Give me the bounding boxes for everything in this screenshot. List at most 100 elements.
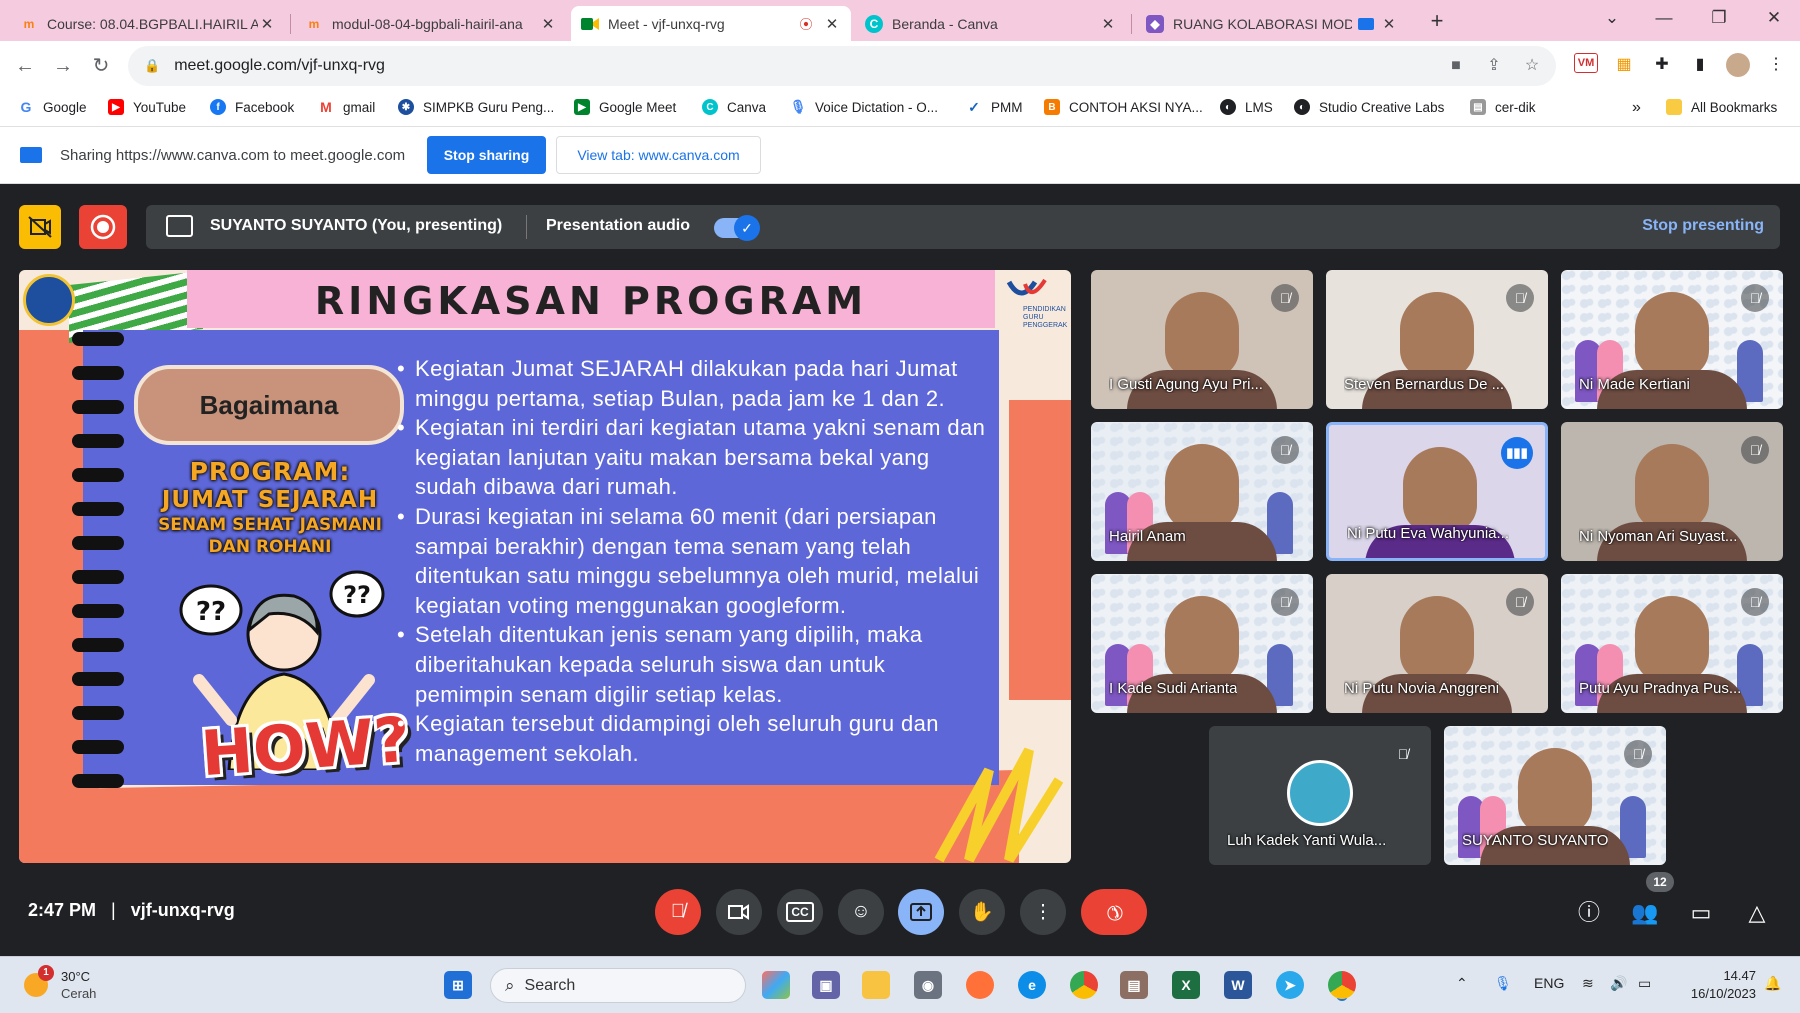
tab-canva[interactable]: C Beranda - Canva ✕ — [855, 6, 1127, 41]
more-vertical-icon[interactable]: ⋮ — [1764, 53, 1788, 77]
star-bookmark-icon[interactable]: ☆ — [1520, 54, 1544, 78]
recording-button[interactable] — [79, 205, 127, 249]
close-icon[interactable]: ✕ — [539, 15, 557, 33]
tray-chevron-up-icon[interactable]: ⌃ — [1456, 975, 1468, 992]
side-panel-icon[interactable]: ▮ — [1688, 53, 1712, 77]
share-icon[interactable]: ⇪ — [1482, 54, 1506, 78]
camera-off-button[interactable] — [19, 205, 61, 249]
tut-wuri-logo — [23, 274, 75, 326]
camera-toggle-button[interactable] — [716, 889, 762, 935]
people-icon[interactable]: 👥 — [1630, 898, 1660, 928]
bookmark-lms[interactable]: ◐ LMS — [1220, 99, 1273, 115]
presentation-audio-toggle[interactable]: ✓ — [714, 215, 760, 241]
window-close-icon[interactable]: ✕ — [1754, 8, 1794, 28]
participant-tile[interactable]: Ni Putu Novia Anggreni 🎙̸ — [1326, 574, 1548, 713]
stop-sharing-button[interactable]: Stop sharing — [427, 136, 546, 174]
close-icon[interactable]: ✕ — [258, 15, 276, 33]
activities-shapes-icon[interactable]: △ — [1742, 898, 1772, 928]
file-explorer-icon[interactable] — [862, 971, 890, 999]
participant-tile[interactable]: Hairil Anam 🎙̸ — [1091, 422, 1313, 561]
tab-course[interactable]: m Course: 08.04.BGPBALI.HAIRIL A ✕ — [10, 6, 286, 41]
extension-grid-icon[interactable]: ▦ — [1612, 53, 1636, 77]
browser-tab-strip: m Course: 08.04.BGPBALI.HAIRIL A ✕ m mod… — [0, 0, 1800, 41]
battery-icon[interactable]: ▭ — [1638, 975, 1651, 992]
word-icon[interactable]: W — [1224, 971, 1252, 999]
close-icon[interactable]: ✕ — [1099, 15, 1117, 33]
telegram-icon[interactable]: ➤ — [1276, 971, 1304, 999]
participant-tile[interactable]: I Kade Sudi Arianta 🎙̸ — [1091, 574, 1313, 713]
volume-icon[interactable]: 🔊 — [1610, 975, 1627, 992]
gmail-icon: M — [318, 99, 334, 115]
notes-app-icon[interactable]: ▤ — [1120, 971, 1148, 999]
view-tab-button[interactable]: View tab: www.canva.com — [556, 136, 761, 174]
reactions-button[interactable]: ☺ — [838, 889, 884, 935]
address-bar[interactable]: 🔒 meet.google.com/vjf-unxq-rvg ■ ⇪ ☆ — [128, 46, 1556, 86]
participant-tile[interactable]: Ni Made Kertiani 🎙̸ — [1561, 270, 1783, 409]
reload-icon[interactable]: ↻ — [88, 53, 114, 79]
minimize-icon[interactable]: — — [1644, 8, 1684, 28]
all-bookmarks[interactable]: All Bookmarks — [1666, 99, 1777, 115]
bookmarks-overflow-icon[interactable]: » — [1632, 99, 1641, 117]
bookmark-cer-dik[interactable]: ▤ cer-dik — [1470, 99, 1536, 115]
bookmark-facebook[interactable]: f Facebook — [210, 99, 294, 115]
participant-tile[interactable]: Putu Ayu Pradnya Pus... 🎙̸ — [1561, 574, 1783, 713]
system-clock[interactable]: 14.47 16/10/2023 — [1676, 967, 1756, 1003]
tab-search-chevron-down-icon[interactable]: ⌄ — [1592, 8, 1632, 28]
mic-in-use-icon[interactable]: 🎙 — [1494, 975, 1512, 992]
wifi-icon[interactable]: ≋ — [1582, 975, 1594, 992]
participant-tile[interactable]: Ni Putu Eva Wahyunia... ▮▮▮ — [1326, 422, 1548, 561]
camera-app-icon[interactable]: ◉ — [914, 971, 942, 999]
captions-button[interactable]: CC — [777, 889, 823, 935]
camera-in-use-icon[interactable]: ■ — [1444, 54, 1468, 78]
google-sites-icon: ◆ — [1146, 14, 1164, 33]
chrome-profile-icon[interactable] — [1070, 971, 1098, 999]
profile-avatar[interactable] — [1726, 53, 1750, 77]
bookmark-studio-creative-labs[interactable]: ◐ Studio Creative Labs — [1294, 99, 1444, 115]
participant-tile[interactable]: Steven Bernardus De ... 🎙̸ — [1326, 270, 1548, 409]
notifications-bell-icon[interactable]: 🔔 — [1764, 975, 1781, 992]
stop-presenting-button[interactable]: Stop presenting — [1642, 217, 1764, 235]
teams-chat-icon[interactable]: ▣ — [812, 971, 840, 999]
bookmark-contoh-aksi[interactable]: B CONTOH AKSI NYA... — [1044, 99, 1203, 115]
extensions-puzzle-icon[interactable]: ✚ — [1650, 53, 1674, 77]
participant-tile[interactable]: I Gusti Agung Ayu Pri... 🎙̸ — [1091, 270, 1313, 409]
tab-modul[interactable]: m modul-08-04-bgpbali-hairil-ana ✕ — [295, 6, 567, 41]
tab-meet[interactable]: Meet - vjf-unxq-rvg ⦿ ✕ — [571, 6, 851, 41]
close-icon[interactable]: ✕ — [1380, 15, 1398, 33]
forward-arrow-icon[interactable]: → — [50, 53, 76, 79]
bookmark-gmail[interactable]: Mgmail — [318, 99, 375, 115]
meeting-details-info-icon[interactable]: ⓘ — [1574, 898, 1604, 928]
firefox-icon[interactable] — [966, 971, 994, 999]
close-icon[interactable]: ✕ — [823, 15, 841, 33]
edge-icon[interactable]: e — [1018, 971, 1046, 999]
new-tab-icon[interactable]: + — [1417, 8, 1457, 34]
presenter-name: SUYANTO SUYANTO (You, presenting) — [210, 217, 503, 234]
bookmark-youtube[interactable]: ▶ YouTube — [108, 99, 186, 115]
present-now-button[interactable] — [898, 889, 944, 935]
participant-tile[interactable]: Ni Nyoman Ari Suyast... 🎙̸ — [1561, 422, 1783, 561]
bookmark-google[interactable]: G Google — [18, 99, 87, 115]
participant-tile[interactable]: SUYANTO SUYANTO 🎙̸ — [1444, 726, 1666, 865]
chrome-icon[interactable] — [1328, 971, 1356, 999]
tab-ruang-kolaborasi[interactable]: ◆ RUANG KOLABORASI MOD ✕ — [1136, 6, 1408, 41]
more-options-button[interactable]: ⋮ — [1020, 889, 1066, 935]
widgets-app-icon[interactable] — [762, 971, 790, 999]
taskbar-search[interactable]: ⌕ Search — [490, 968, 746, 1003]
participant-tile[interactable]: Luh Kadek Yanti Wula... 🎙̸ — [1209, 726, 1431, 865]
bookmark-simpkb[interactable]: ✱ SIMPKB Guru Peng... — [398, 99, 554, 115]
excel-icon[interactable]: X — [1172, 971, 1200, 999]
microphone-toggle-button[interactable]: 🎙̸ — [655, 889, 701, 935]
raise-hand-button[interactable]: ✋ — [959, 889, 1005, 935]
weather-widget[interactable]: 1 30°C Cerah — [24, 965, 124, 1005]
bookmark-canva[interactable]: C Canva — [702, 99, 766, 115]
chat-icon[interactable]: ▭ — [1686, 898, 1716, 928]
restore-icon[interactable]: ❐ — [1699, 8, 1739, 28]
extension-vm-icon[interactable]: VM — [1574, 53, 1598, 73]
input-language[interactable]: ENG — [1534, 975, 1564, 991]
leave-call-button[interactable]: ✆ — [1081, 889, 1147, 935]
bookmark-google-meet[interactable]: ▶ Google Meet — [574, 99, 676, 115]
bookmark-voice-dictation[interactable]: 🎙 Voice Dictation - O... — [790, 99, 938, 115]
back-arrow-icon[interactable]: ← — [12, 53, 38, 79]
windows-start-icon[interactable]: ⊞ — [444, 971, 472, 999]
bookmark-pmm[interactable]: ✓ PMM — [966, 99, 1023, 115]
